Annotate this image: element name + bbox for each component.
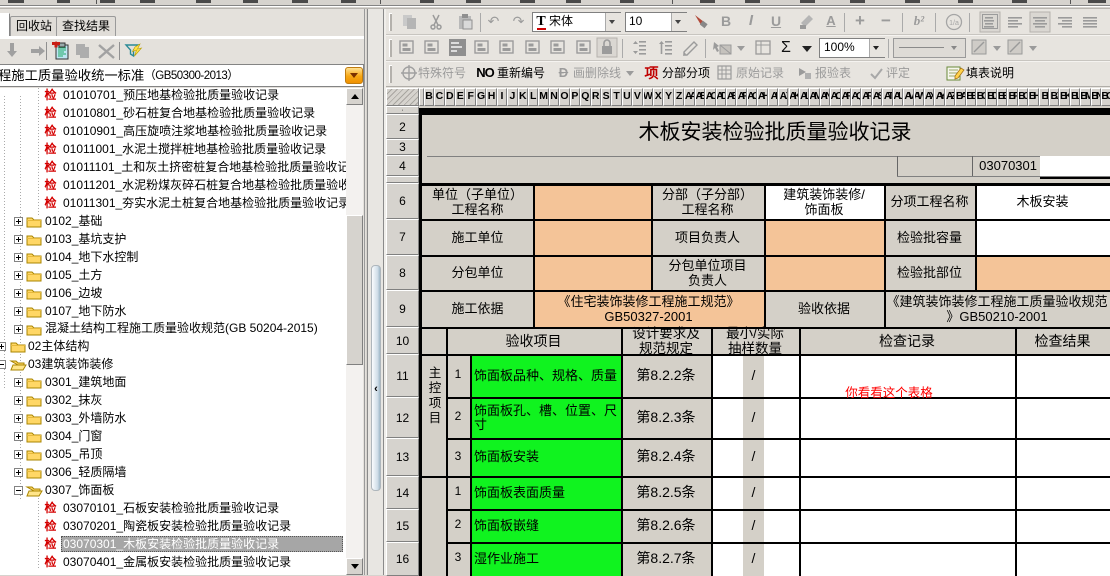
svg-text:1/a: 1/a [949,20,959,27]
